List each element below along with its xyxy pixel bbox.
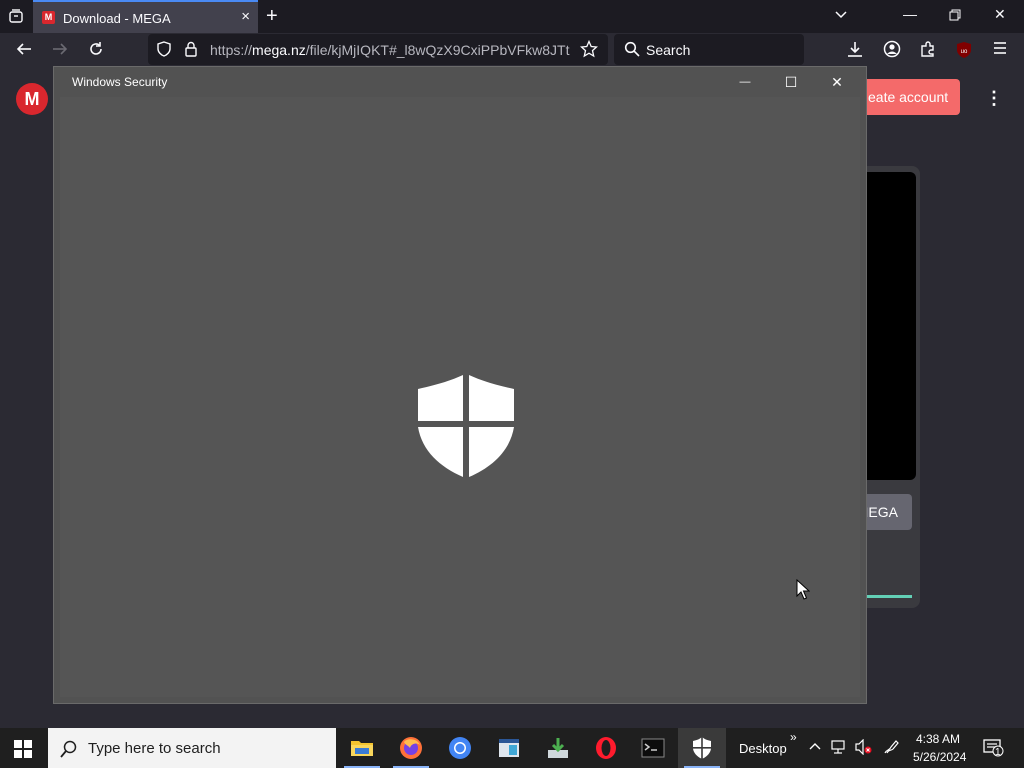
mega-logo[interactable]: M bbox=[16, 83, 48, 115]
url-text: https://mega.nz/file/kjMjIQKT#_l8wQzX9Cx… bbox=[210, 42, 570, 58]
clock-date[interactable]: 5/26/2024 bbox=[913, 750, 966, 764]
terminal-icon bbox=[641, 738, 665, 758]
create-account-button[interactable]: eate account bbox=[856, 79, 960, 115]
url-host: mega.nz bbox=[252, 42, 306, 58]
taskbar-app-window[interactable] bbox=[485, 728, 533, 768]
chrome-icon bbox=[449, 737, 471, 759]
windows-taskbar: Type here to search Desktop » 4:38 AM 5/… bbox=[0, 728, 1024, 768]
ublock-origin-icon[interactable]: uo bbox=[956, 41, 972, 64]
show-hidden-icons-chevron-icon[interactable] bbox=[808, 740, 822, 754]
firefox-icon bbox=[400, 737, 422, 759]
windows-start-icon[interactable] bbox=[14, 740, 32, 758]
taskbar-windows-security[interactable] bbox=[678, 728, 726, 768]
taskbar-terminal[interactable] bbox=[629, 728, 677, 768]
hamburger-menu-icon[interactable] bbox=[992, 40, 1008, 61]
navigation-toolbar: https://mega.nz/file/kjMjIQKT#_l8wQzX9Cx… bbox=[0, 33, 1024, 66]
taskbar-file-explorer[interactable] bbox=[338, 728, 386, 768]
windows-security-shield-icon bbox=[418, 375, 514, 477]
url-path: /file/kjMjIQKT#_l8wQzX9CxiPPbVFkw8JTtee bbox=[305, 42, 570, 58]
window-restore-icon[interactable] bbox=[949, 8, 961, 24]
pen-workspace-icon[interactable] bbox=[883, 739, 901, 758]
tab-download-mega[interactable]: M Download - MEGA × bbox=[33, 0, 258, 33]
notifications-icon[interactable] bbox=[983, 739, 1005, 760]
application-window-icon bbox=[499, 739, 519, 757]
download-icon[interactable] bbox=[846, 40, 864, 63]
tab-title: Download - MEGA bbox=[63, 11, 171, 26]
volume-muted-icon[interactable] bbox=[855, 738, 873, 758]
taskbar-firefox[interactable] bbox=[387, 728, 435, 768]
tab-list-icon[interactable] bbox=[8, 8, 24, 27]
url-scheme: https:// bbox=[210, 42, 253, 58]
mega-favicon-icon: M bbox=[42, 11, 55, 24]
reload-icon[interactable] bbox=[87, 40, 105, 63]
address-bar[interactable]: https://mega.nz/file/kjMjIQKT#_l8wQzX9Cx… bbox=[148, 34, 608, 65]
dialog-close-button[interactable]: ✕ bbox=[814, 71, 860, 93]
search-bar[interactable]: Search bbox=[614, 34, 804, 65]
account-icon[interactable] bbox=[883, 40, 901, 63]
dialog-maximize-button[interactable]: ☐ bbox=[768, 71, 814, 93]
back-arrow-icon[interactable] bbox=[15, 40, 33, 63]
search-icon bbox=[60, 740, 77, 758]
padlock-icon[interactable] bbox=[184, 41, 198, 62]
browser-tab-strip: M Download - MEGA × + — ✕ bbox=[0, 0, 1024, 33]
ublock-badge-text: uo bbox=[961, 49, 968, 55]
extensions-puzzle-icon[interactable] bbox=[919, 40, 937, 63]
mouse-cursor-icon bbox=[796, 579, 810, 600]
taskbar-search-box[interactable]: Type here to search bbox=[48, 728, 336, 768]
installer-download-icon bbox=[548, 738, 568, 758]
dialog-title: Windows Security bbox=[72, 75, 168, 89]
toolbar-overflow-chevrons-icon[interactable]: » bbox=[790, 730, 797, 744]
file-explorer-icon bbox=[351, 741, 373, 756]
download-progress-bar bbox=[866, 595, 912, 598]
tab-close-icon[interactable]: × bbox=[241, 8, 250, 25]
opera-icon bbox=[596, 737, 616, 759]
new-tab-icon[interactable]: + bbox=[266, 5, 278, 28]
desktop-toolbar-label[interactable]: Desktop bbox=[739, 741, 787, 756]
search-icon bbox=[624, 41, 640, 62]
taskbar-search-placeholder: Type here to search bbox=[88, 740, 221, 757]
taskbar-installer[interactable] bbox=[534, 728, 582, 768]
windows-security-dialog: Windows Security — ☐ ✕ bbox=[53, 66, 867, 704]
network-icon[interactable] bbox=[831, 739, 847, 758]
windows-security-shield-icon bbox=[693, 737, 711, 759]
taskbar-opera[interactable] bbox=[582, 728, 630, 768]
window-close-icon[interactable]: ✕ bbox=[994, 6, 1006, 23]
window-minimize-icon[interactable]: — bbox=[903, 6, 917, 22]
notification-count-badge: 1 bbox=[995, 747, 1001, 758]
dialog-minimize-button[interactable]: — bbox=[722, 71, 768, 93]
bookmark-star-icon[interactable] bbox=[579, 39, 599, 63]
clock-time[interactable]: 4:38 AM bbox=[916, 732, 960, 746]
more-options-icon[interactable]: ⋮ bbox=[985, 88, 1003, 109]
forward-arrow-icon[interactable] bbox=[51, 40, 69, 63]
taskbar-chrome[interactable] bbox=[436, 728, 484, 768]
dialog-content bbox=[60, 97, 860, 697]
search-placeholder: Search bbox=[646, 42, 691, 58]
chevron-down-icon[interactable] bbox=[834, 8, 848, 25]
tracking-protection-shield-icon[interactable] bbox=[156, 41, 172, 62]
